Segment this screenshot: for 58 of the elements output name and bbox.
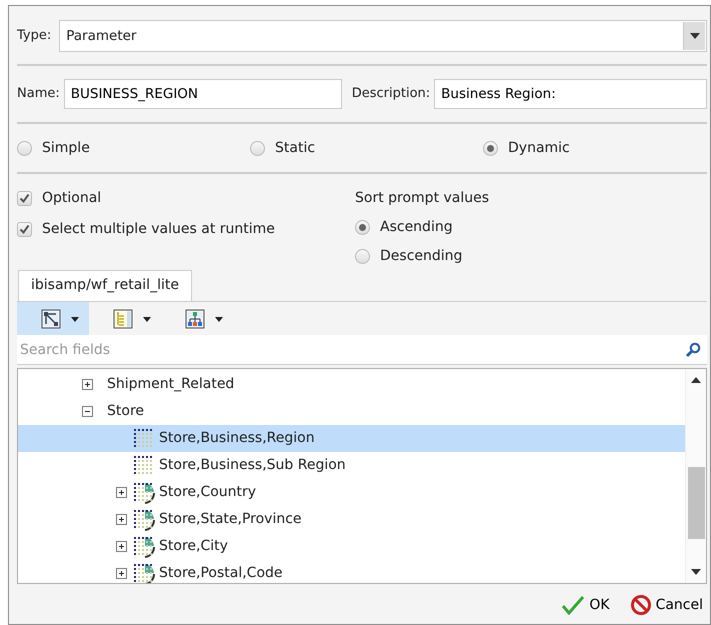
checkbox[interactable] [17,191,32,206]
cancel-button[interactable]: Cancel [630,594,703,616]
caret-icon [71,316,79,322]
tree-item[interactable]: Store,Postal,Code [18,560,685,583]
tab[interactable]: ibisamp/wf_retail_lite [18,270,192,301]
list-icon [113,309,133,329]
checkbox-label[interactable]: Optional [42,188,102,209]
diagram-icon [41,309,61,329]
globe-grid-icon [133,536,155,558]
check-icon [561,595,586,615]
caret-icon [143,316,151,322]
field-label: Description: [352,85,430,104]
radio-label[interactable]: Simple [42,138,90,158]
radio-label[interactable]: Static [275,138,316,158]
description-field[interactable]: Business Region: [434,79,707,109]
radio-button[interactable] [355,220,370,235]
tree-item[interactable]: Store,Business,Region [18,425,685,452]
globe-grid-icon [133,508,155,530]
tree-item[interactable]: Store,Business,Sub Region [18,452,685,479]
name-field[interactable]: BUSINESS_REGION [64,79,342,109]
radio-button[interactable] [250,140,265,156]
radio-label[interactable]: Dynamic [508,138,570,158]
grid-icon [133,428,155,450]
type-select[interactable]: Parameter [59,20,707,52]
field-label: Name: [17,85,60,104]
scroll-down-icon[interactable] [691,569,701,575]
search-field[interactable]: Search fields [17,335,707,364]
section-label: Sort prompt values [355,189,490,208]
expand-icon[interactable] [116,487,127,498]
no-entry-icon [630,594,652,616]
tree-item[interactable]: Store [18,398,685,425]
collapse-icon[interactable] [82,406,93,417]
scrollbar[interactable] [685,369,706,583]
tree-item[interactable]: Store,State,Province [18,506,685,533]
caret-icon [215,316,223,322]
globe-grid-icon [133,562,155,583]
ok-button[interactable]: OK [561,594,610,616]
search-icon[interactable] [685,342,701,358]
expand-icon[interactable] [116,541,127,552]
checkbox[interactable] [17,222,32,237]
field-label: Type: [17,27,52,46]
expand-icon[interactable] [116,568,127,579]
expand-icon[interactable] [82,379,93,390]
grid-icon [133,454,155,476]
hierarchy-icon [185,309,205,329]
radio-button[interactable] [355,249,370,264]
scroll-up-icon[interactable] [691,377,701,383]
radio-button[interactable] [17,140,32,156]
tree-item[interactable]: Store,Country [18,479,685,506]
toolbar-button[interactable] [17,302,89,336]
radio-label[interactable]: Descending [380,246,462,267]
radio-label[interactable]: Ascending [380,217,453,238]
expand-icon[interactable] [116,514,127,525]
tree-item[interactable]: Shipment_Related [18,371,685,398]
radio-button[interactable] [483,140,498,156]
checkbox-label[interactable]: Select multiple values at runtime [42,219,275,240]
globe-grid-icon [133,482,155,504]
tree-item[interactable]: Store,City [18,533,685,560]
